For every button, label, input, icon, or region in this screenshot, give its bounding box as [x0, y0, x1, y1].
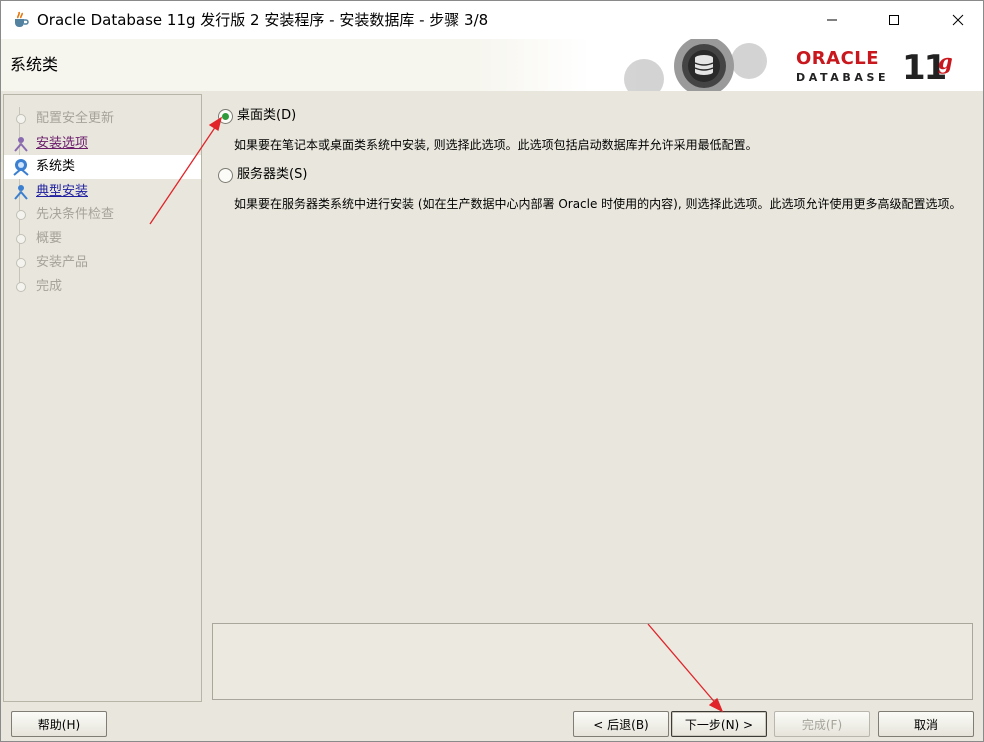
step-person-icon	[14, 137, 28, 152]
back-button[interactable]: < 后退(B)	[573, 711, 669, 737]
step-dot-icon	[16, 258, 26, 268]
close-icon	[952, 14, 964, 26]
step-config-security-updates: 配置安全更新	[4, 107, 201, 131]
database-text: DATABASE	[796, 71, 890, 84]
desktop-class-description: 如果要在笔记本或桌面类系统中安装, 则选择此选项。此选项包括启动数据库并允许采用…	[234, 138, 758, 152]
message-area	[212, 623, 973, 700]
java-cup-icon	[15, 11, 29, 27]
server-class-label[interactable]: 服务器类(S)	[237, 165, 307, 185]
minimize-icon	[827, 19, 837, 21]
window-title: Oracle Database 11g 发行版 2 安装程序 - 安装数据库 -…	[37, 11, 489, 29]
server-class-description: 如果要在服务器类系统中进行安装 (如在生产数据中心内部署 Oracle 时使用的…	[234, 197, 962, 211]
server-class-option[interactable]: 服务器类(S)	[218, 165, 338, 185]
desktop-class-label[interactable]: 桌面类(D)	[237, 106, 296, 126]
desktop-class-radio[interactable]	[218, 109, 233, 124]
close-button[interactable]	[935, 1, 981, 39]
step-finish: 完成	[4, 275, 201, 299]
step-label: 概要	[36, 231, 63, 246]
step-typical-install[interactable]: 典型安装	[4, 180, 201, 204]
oracle-brand-text: ORACLE	[796, 48, 880, 69]
gears-graphic-icon	[624, 39, 767, 91]
step-label: 完成	[36, 279, 63, 294]
header-banner: 系统类 ORACLE DATABASE 11 g	[1, 39, 983, 91]
step-dot-icon	[16, 210, 26, 220]
step-current-icon	[13, 159, 29, 176]
page-title: 系统类	[10, 55, 59, 74]
main-content: 桌面类(D) 如果要在笔记本或桌面类系统中安装, 则选择此选项。此选项包括启动数…	[204, 94, 982, 700]
step-dot-icon	[16, 282, 26, 292]
step-label[interactable]: 安装选项	[36, 132, 88, 156]
step-label: 安装产品	[36, 255, 89, 270]
version-suffix: g	[938, 49, 953, 74]
server-class-radio[interactable]	[218, 168, 233, 183]
step-summary: 概要	[4, 227, 201, 251]
maximize-icon	[889, 15, 899, 25]
step-label: 配置安全更新	[36, 111, 115, 126]
minimize-button[interactable]	[809, 1, 855, 39]
desktop-class-option[interactable]: 桌面类(D)	[218, 106, 338, 126]
installer-window: Oracle Database 11g 发行版 2 安装程序 - 安装数据库 -…	[0, 0, 984, 742]
step-label[interactable]: 典型安装	[36, 180, 88, 204]
oracle-logo: ORACLE DATABASE	[796, 48, 900, 85]
cancel-button[interactable]: 取消	[878, 711, 974, 737]
maximize-button[interactable]	[871, 1, 917, 39]
steps-panel: 配置安全更新 安装选项 系统类 典型安装 先决条件检查 概要 安装产品 完成	[3, 94, 202, 702]
step-dot-icon	[16, 114, 26, 124]
step-person-icon	[14, 185, 28, 200]
step-dot-icon	[16, 234, 26, 244]
step-install-options[interactable]: 安装选项	[4, 132, 201, 156]
next-button[interactable]: 下一步(N) >	[671, 711, 767, 737]
help-button[interactable]: 帮助(H)	[11, 711, 107, 737]
step-system-class: 系统类	[4, 155, 201, 179]
finish-button: 完成(F)	[774, 711, 870, 737]
step-install-product: 安装产品	[4, 251, 201, 275]
step-prereq-check: 先决条件检查	[4, 203, 201, 227]
title-bar: Oracle Database 11g 发行版 2 安装程序 - 安装数据库 -…	[1, 1, 983, 39]
step-label: 系统类	[36, 159, 76, 174]
step-label: 先决条件检查	[36, 207, 115, 222]
